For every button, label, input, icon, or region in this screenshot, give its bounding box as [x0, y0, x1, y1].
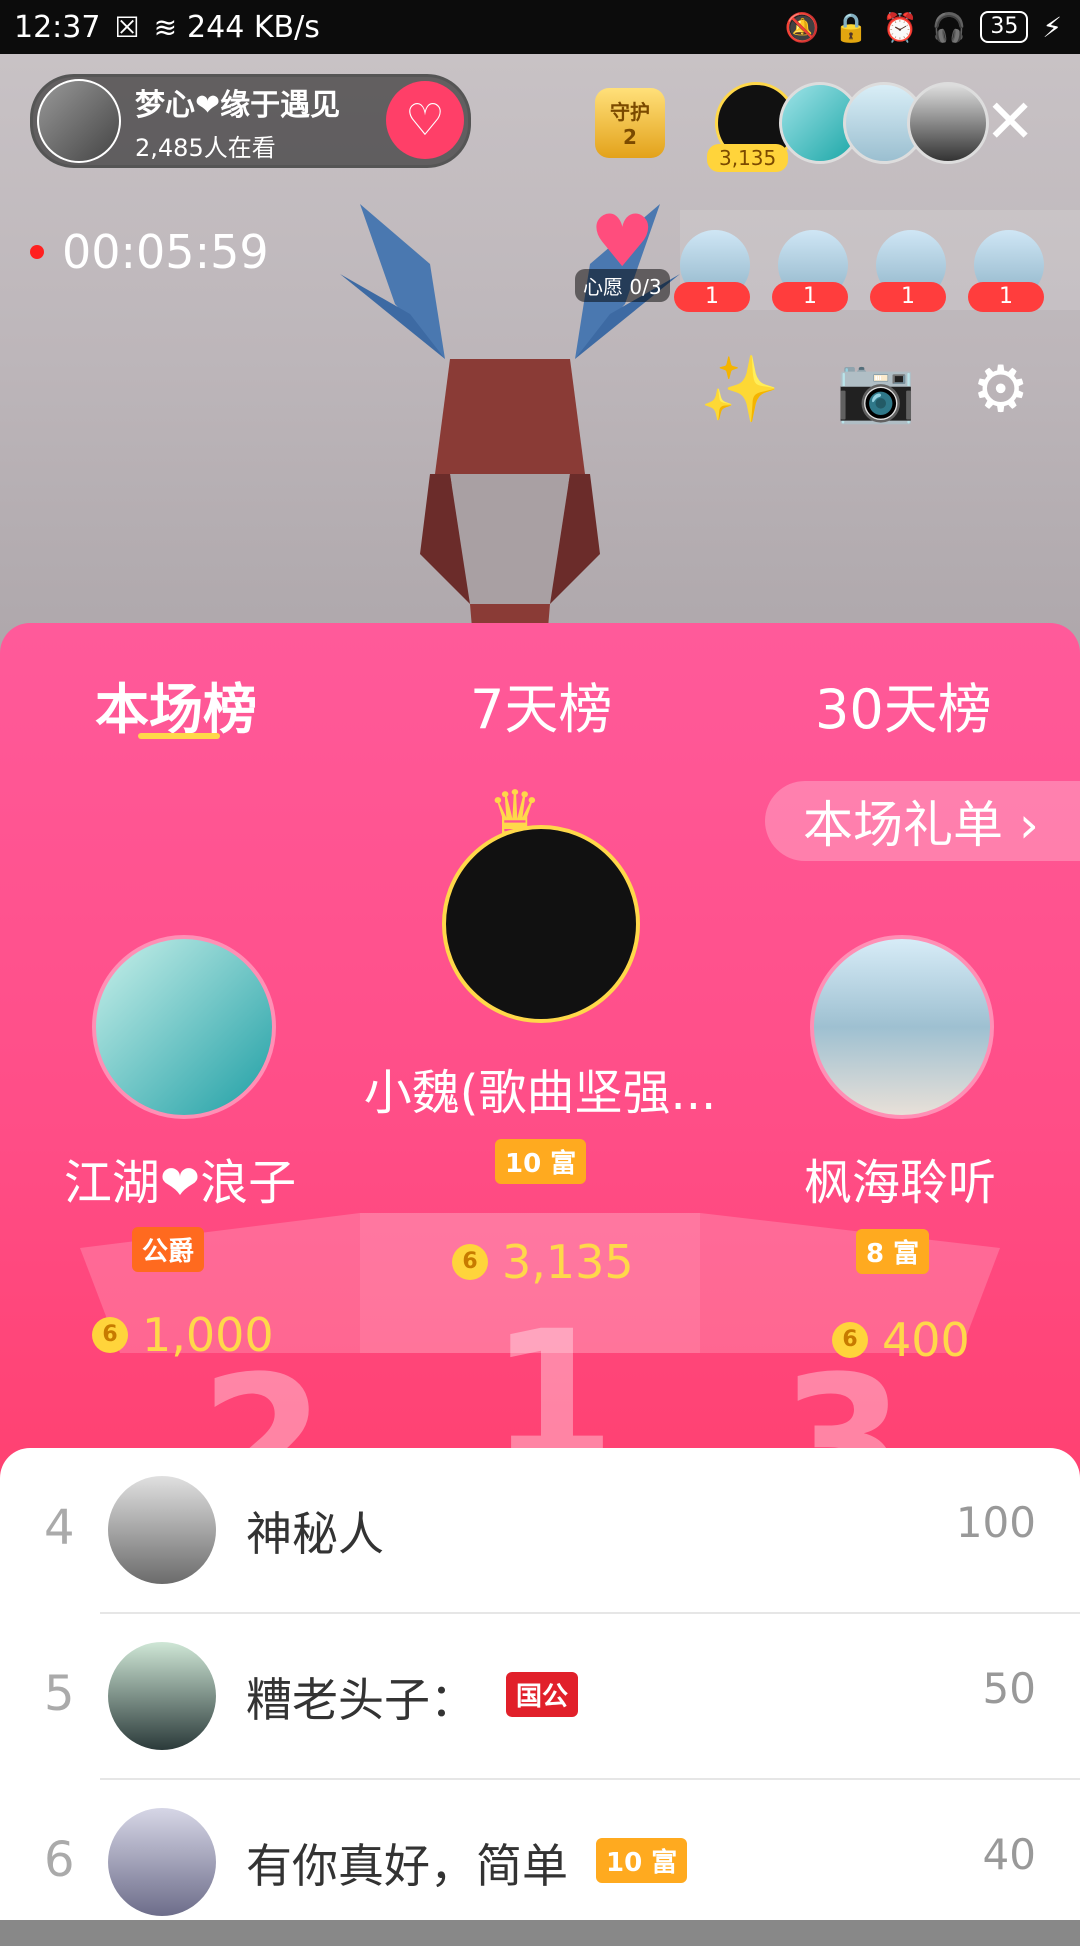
magic-wand-icon[interactable]: ✨ — [700, 358, 780, 422]
user-score: 40 — [982, 1830, 1036, 1879]
user-avatar[interactable] — [108, 1476, 216, 1584]
close-notification-icon: ☒ — [114, 10, 140, 44]
timer-value: 00:05:59 — [62, 225, 269, 279]
rank3-avatar[interactable] — [810, 935, 994, 1119]
rank-number: 5 — [44, 1666, 75, 1722]
rank3-name: 枫海聆听 — [803, 1155, 996, 1211]
rank3-coins: 6 400 — [832, 1313, 970, 1367]
fan-avatar[interactable] — [907, 82, 989, 164]
coin-icon: 6 — [92, 1317, 128, 1353]
user-badge: 国公 — [506, 1672, 579, 1717]
gift-count: 1 — [674, 282, 750, 312]
coin-icon: 6 — [452, 1244, 488, 1280]
tab-7-days[interactable]: 7天榜 — [470, 665, 612, 744]
wish-button[interactable]: ♥ 心愿 0/3 — [575, 205, 670, 302]
lock-icon: 🔒 — [833, 10, 869, 44]
rank2-coins: 6 1,000 — [92, 1308, 274, 1362]
user-name: 糟老头子： — [246, 1673, 476, 1727]
list-item[interactable]: 4 神秘人 100 — [0, 1448, 1080, 1614]
gift-row: 1 1 1 1 — [674, 210, 1080, 312]
host-info[interactable]: 梦心❤缘于遇见 2,485人在看 ♡ — [30, 74, 471, 168]
gift-item[interactable]: 1 — [870, 230, 946, 312]
guard-shield-icon: 守护 2 — [595, 87, 665, 158]
tab-30-days[interactable]: 30天榜 — [815, 665, 992, 744]
rank3-coin-value: 400 — [882, 1313, 970, 1367]
host-name: 梦心❤缘于遇见 — [135, 87, 341, 123]
rank-number: 6 — [44, 1832, 75, 1888]
gift-list-button[interactable]: 本场礼单 › — [765, 781, 1080, 861]
viewer-count: 2,485人在看 — [135, 133, 276, 162]
user-avatar[interactable] — [108, 1642, 216, 1750]
rank2-coin-value: 1,000 — [142, 1308, 274, 1362]
top-fan-coins: 3,135 — [707, 144, 789, 172]
rank1-badge: 10 富 — [495, 1139, 587, 1184]
status-bar: 12:37 ☒ ≋ 244 KB/s 🔕 🔒 ⏰ 🎧 35 ⚡ — [0, 0, 1080, 54]
ranking-list: 4 神秘人 100 5 糟老头子： 国公 50 6 有你真好，简单 10 富 4… — [0, 1448, 1080, 1920]
headphones-icon: 🎧 — [931, 10, 967, 44]
status-time: 12:37 — [14, 9, 101, 45]
wish-label: 心愿 0/3 — [575, 269, 670, 302]
close-icon[interactable]: ✕ — [985, 92, 1035, 152]
rank1-name: 小魏(歌曲坚强... — [363, 1065, 717, 1121]
host-avatar[interactable] — [37, 79, 121, 163]
rank2-name: 江湖❤浪子 — [63, 1155, 297, 1211]
heart-icon: ♥ — [590, 199, 655, 283]
rank1-coins: 6 3,135 — [452, 1235, 634, 1289]
wifi-icon: ≋ — [153, 10, 178, 44]
settings-gear-icon[interactable]: ⚙ — [972, 358, 1029, 422]
guard-count: 2 — [623, 125, 637, 149]
mute-icon: 🔕 — [784, 10, 820, 44]
recording-dot — [30, 245, 44, 259]
list-item[interactable]: 5 糟老头子： 国公 50 — [0, 1614, 1080, 1780]
charging-icon: ⚡ — [1042, 10, 1062, 44]
user-score: 100 — [955, 1498, 1036, 1547]
follow-button[interactable]: ♡ — [386, 81, 464, 159]
list-item[interactable]: 6 有你真好，简单 10 富 40 — [0, 1780, 1080, 1946]
guard-label: 守护 — [610, 100, 650, 124]
user-score: 50 — [982, 1664, 1036, 1713]
gift-count: 1 — [870, 282, 946, 312]
gift-item[interactable]: 1 — [772, 230, 848, 312]
gift-item[interactable]: 1 — [968, 230, 1044, 312]
coin-icon: 6 — [832, 1322, 868, 1358]
rank1-coin-value: 3,135 — [502, 1235, 634, 1289]
gift-item[interactable]: 1 — [674, 230, 750, 312]
rank3-badge: 8 富 — [856, 1229, 930, 1274]
live-timer: 00:05:59 — [30, 225, 269, 279]
guard-badge[interactable]: 守护 2 — [585, 80, 675, 165]
top-fans[interactable]: 3,135 — [707, 82, 989, 172]
user-badge: 10 富 — [596, 1838, 688, 1883]
rank2-avatar[interactable] — [92, 935, 276, 1119]
user-name: 神秘人 — [246, 1507, 384, 1561]
rank2-badge: 公爵 — [132, 1227, 205, 1272]
network-speed: 244 KB/s — [187, 9, 320, 45]
leaderboard-tabs: 本场榜 7天榜 30天榜 — [0, 643, 1080, 741]
rank-number: 4 — [44, 1500, 75, 1556]
rank1-avatar[interactable] — [442, 825, 640, 1023]
alarm-icon: ⏰ — [882, 10, 918, 44]
active-tab-indicator — [138, 733, 220, 739]
flip-camera-icon[interactable]: 📷 — [836, 358, 916, 422]
gift-count: 1 — [772, 282, 848, 312]
gift-count: 1 — [968, 282, 1044, 312]
battery-level: 35 — [980, 11, 1029, 43]
user-avatar[interactable] — [108, 1808, 216, 1916]
user-name: 有你真好，简单 — [246, 1839, 568, 1893]
